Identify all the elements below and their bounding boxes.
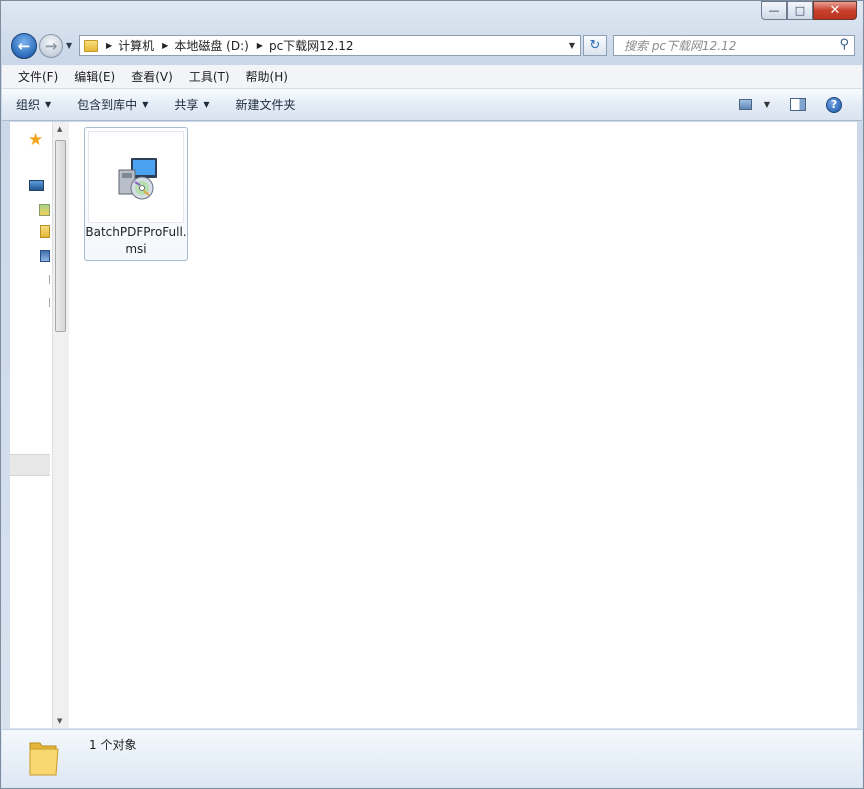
view-options-dropdown[interactable]: ▼ [764, 100, 770, 109]
view-controls: ▼ ? [738, 89, 862, 120]
chevron-down-icon: ▼ [45, 100, 52, 109]
file-name: BatchPDFProFull.msi [85, 225, 187, 256]
breadcrumb-computer[interactable]: 计算机 [118, 37, 154, 54]
item-count: 1 个对象 [89, 738, 137, 752]
organize-label: 组织 [16, 98, 41, 112]
breadcrumb-current-folder[interactable]: pc下载网12.12 [269, 37, 354, 54]
menu-help[interactable]: 帮助(H) [238, 68, 296, 85]
chevron-down-icon: ▼ [203, 100, 210, 109]
search-input[interactable]: 搜索 pc下载网12.12 ⚲ [613, 35, 855, 56]
breadcrumb-separator-icon[interactable]: ▶ [257, 41, 263, 50]
organize-button[interactable]: 组织 ▼ [2, 96, 63, 113]
menu-tools[interactable]: 工具(T) [181, 68, 238, 85]
tree-line-icon: | [48, 275, 52, 285]
include-in-library-label: 包含到库中 [77, 98, 138, 112]
share-button[interactable]: 共享 ▼ [160, 96, 221, 113]
title-bar[interactable]: — □ ✕ [1, 1, 863, 31]
maximize-button[interactable]: □ [787, 1, 813, 20]
menu-file[interactable]: 文件(F) [2, 68, 66, 85]
file-thumbnail [88, 131, 184, 223]
forward-button[interactable]: → [39, 34, 63, 58]
breadcrumb-drive-d[interactable]: 本地磁盘 (D:) [174, 37, 248, 54]
libraries-icon[interactable] [39, 204, 50, 216]
command-bar: 组织 ▼ 包含到库中 ▼ 共享 ▼ 新建文件夹 ▼ ? [2, 89, 862, 121]
msi-installer-icon [118, 158, 157, 200]
computer-icon[interactable] [40, 250, 50, 262]
folder-icon [84, 39, 98, 52]
breadcrumb-separator-icon[interactable]: ▶ [162, 41, 168, 50]
menu-bar: 文件(F) 编辑(E) 查看(V) 工具(T) 帮助(H) [2, 65, 862, 89]
close-button[interactable]: ✕ [813, 1, 857, 20]
refresh-button[interactable]: ↻ [583, 35, 607, 56]
scrollbar-thumb[interactable] [55, 140, 66, 332]
preview-pane-icon[interactable] [790, 98, 806, 111]
help-icon[interactable]: ? [826, 96, 842, 113]
scroll-up-icon[interactable]: ▲ [57, 125, 62, 133]
folder-icon [29, 742, 59, 776]
desktop-icon[interactable] [29, 180, 44, 191]
include-in-library-button[interactable]: 包含到库中 ▼ [63, 96, 160, 113]
back-button[interactable]: ← [11, 33, 37, 59]
tree-line-icon: | [48, 298, 52, 308]
favorites-star-icon[interactable]: ★ [28, 130, 43, 150]
search-icon[interactable]: ⚲ [839, 37, 849, 52]
explorer-window: — □ ✕ ← → ▼ ▶ 计算机 ▶ 本地磁盘 (D:) ▶ pc下载网12.… [0, 0, 864, 789]
address-row: ← → ▼ ▶ 计算机 ▶ 本地磁盘 (D:) ▶ pc下载网12.12 ▼ ↻… [1, 33, 863, 61]
file-list-area[interactable]: BatchPDFProFull.msi [69, 122, 857, 728]
navigation-scrollbar[interactable]: ▲ ▼ [52, 122, 69, 728]
recent-pages-dropdown[interactable]: ▼ [66, 41, 72, 50]
scroll-down-icon[interactable]: ▼ [57, 717, 62, 725]
change-view-icon[interactable] [738, 99, 752, 110]
address-dropdown-icon[interactable]: ▼ [569, 41, 575, 50]
address-bar[interactable]: ▶ 计算机 ▶ 本地磁盘 (D:) ▶ pc下载网12.12 ▼ [79, 35, 581, 56]
navigation-pane-divider [10, 454, 50, 476]
chevron-down-icon: ▼ [142, 100, 149, 109]
file-item[interactable]: BatchPDFProFull.msi [84, 127, 188, 261]
menu-view[interactable]: 查看(V) [123, 68, 181, 85]
window-controls: — □ ✕ [761, 1, 857, 21]
minimize-button[interactable]: — [761, 1, 787, 20]
documents-folder-icon[interactable] [40, 225, 50, 238]
refresh-icon: ↻ [589, 38, 601, 53]
new-folder-button[interactable]: 新建文件夹 [222, 96, 308, 113]
forward-arrow-icon: → [44, 37, 58, 55]
search-placeholder: 搜索 pc下载网12.12 [624, 39, 737, 53]
menu-edit[interactable]: 编辑(E) [66, 68, 123, 85]
breadcrumb-separator-icon[interactable]: ▶ [106, 41, 112, 50]
navigation-pane: ★ ≡ | | [10, 122, 61, 728]
back-arrow-icon: ← [17, 37, 31, 55]
new-folder-label: 新建文件夹 [235, 98, 296, 112]
details-pane: 1 个对象 [2, 729, 862, 787]
share-label: 共享 [174, 98, 199, 112]
